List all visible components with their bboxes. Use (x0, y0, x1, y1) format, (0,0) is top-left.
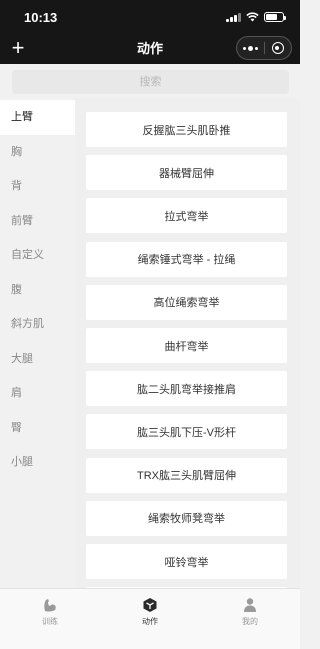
exercise-item[interactable]: 绳索牧师凳弯举 (86, 500, 287, 536)
sidebar-item[interactable]: 自定义 (0, 238, 75, 273)
plus-icon[interactable]: + (8, 34, 28, 64)
sidebar-item[interactable]: 斜方肌 (0, 307, 75, 342)
tab-label: 动作 (142, 617, 158, 626)
more-dots-icon[interactable] (237, 37, 264, 59)
tab-actions[interactable]: 动作 (100, 589, 200, 649)
wifi-icon (246, 12, 259, 22)
battery-icon (264, 12, 286, 22)
exercise-item[interactable]: TRX肱三头肌臂屈伸 (86, 457, 287, 493)
tab-profile[interactable]: 我的 (200, 589, 300, 649)
signal-icon (226, 12, 241, 22)
tab-bar: 训练 动作 我的 (0, 588, 300, 649)
sidebar-item[interactable]: 背 (0, 169, 75, 204)
sidebar-item[interactable]: 腹 (0, 273, 75, 308)
category-sidebar: 上臂胸背前臂 自定义腹斜方肌 大腿肩臀小腿 (0, 98, 75, 588)
exercise-item[interactable]: 拉式弯举 (86, 198, 287, 234)
target-close-icon[interactable] (265, 37, 292, 59)
exercise-item[interactable]: 哑铃弯举 (86, 544, 287, 579)
sidebar-item[interactable]: 上臂 (0, 100, 75, 135)
cube-icon (143, 598, 157, 612)
nav-bar: + 动作 (0, 34, 300, 64)
exercise-item[interactable]: 曲杆弯举 (86, 328, 287, 363)
arm-muscle-icon (44, 599, 56, 612)
sidebar-item[interactable]: 大腿 (0, 342, 75, 377)
sidebar-item[interactable]: 臀 (0, 411, 75, 446)
exercise-item[interactable]: 绳索锤式弯举 - 拉绳 (86, 241, 287, 277)
sidebar-items: 上臂胸背前臂 自定义腹斜方肌 大腿肩臀小腿 (0, 98, 75, 480)
tab-training[interactable]: 训练 (0, 589, 100, 649)
tab-label: 我的 (242, 617, 258, 626)
search-area (0, 64, 300, 98)
sidebar-item[interactable]: 小腿 (0, 445, 75, 480)
exercise-item[interactable]: 肱三头肌下压-V形杆 (86, 414, 287, 450)
mini-program-capsule (236, 36, 292, 60)
person-icon (244, 598, 256, 612)
tab-label: 训练 (42, 617, 58, 626)
exercise-item[interactable]: 肱二头肌弯举接推肩 (86, 371, 287, 407)
search-input[interactable] (12, 70, 289, 94)
sidebar-item[interactable]: 肩 (0, 376, 75, 411)
status-bar: 10:13 (0, 0, 300, 34)
status-icons (226, 12, 286, 22)
exercise-list: 反握肱三头肌卧推 器械臂屈伸拉式弯举绳索锤式弯举 - 拉绳 高位绳索弯举 曲杆弯举肱二… (75, 98, 300, 588)
status-time: 10:13 (24, 9, 58, 25)
sidebar-item[interactable]: 胸 (0, 135, 75, 170)
exercise-item[interactable]: 高位绳索弯举 (86, 284, 287, 320)
exercise-item[interactable]: 反握肱三头肌卧推 (86, 112, 287, 147)
exercise-item[interactable]: 器械臂屈伸 (86, 155, 287, 191)
sidebar-item[interactable]: 前臂 (0, 204, 75, 239)
